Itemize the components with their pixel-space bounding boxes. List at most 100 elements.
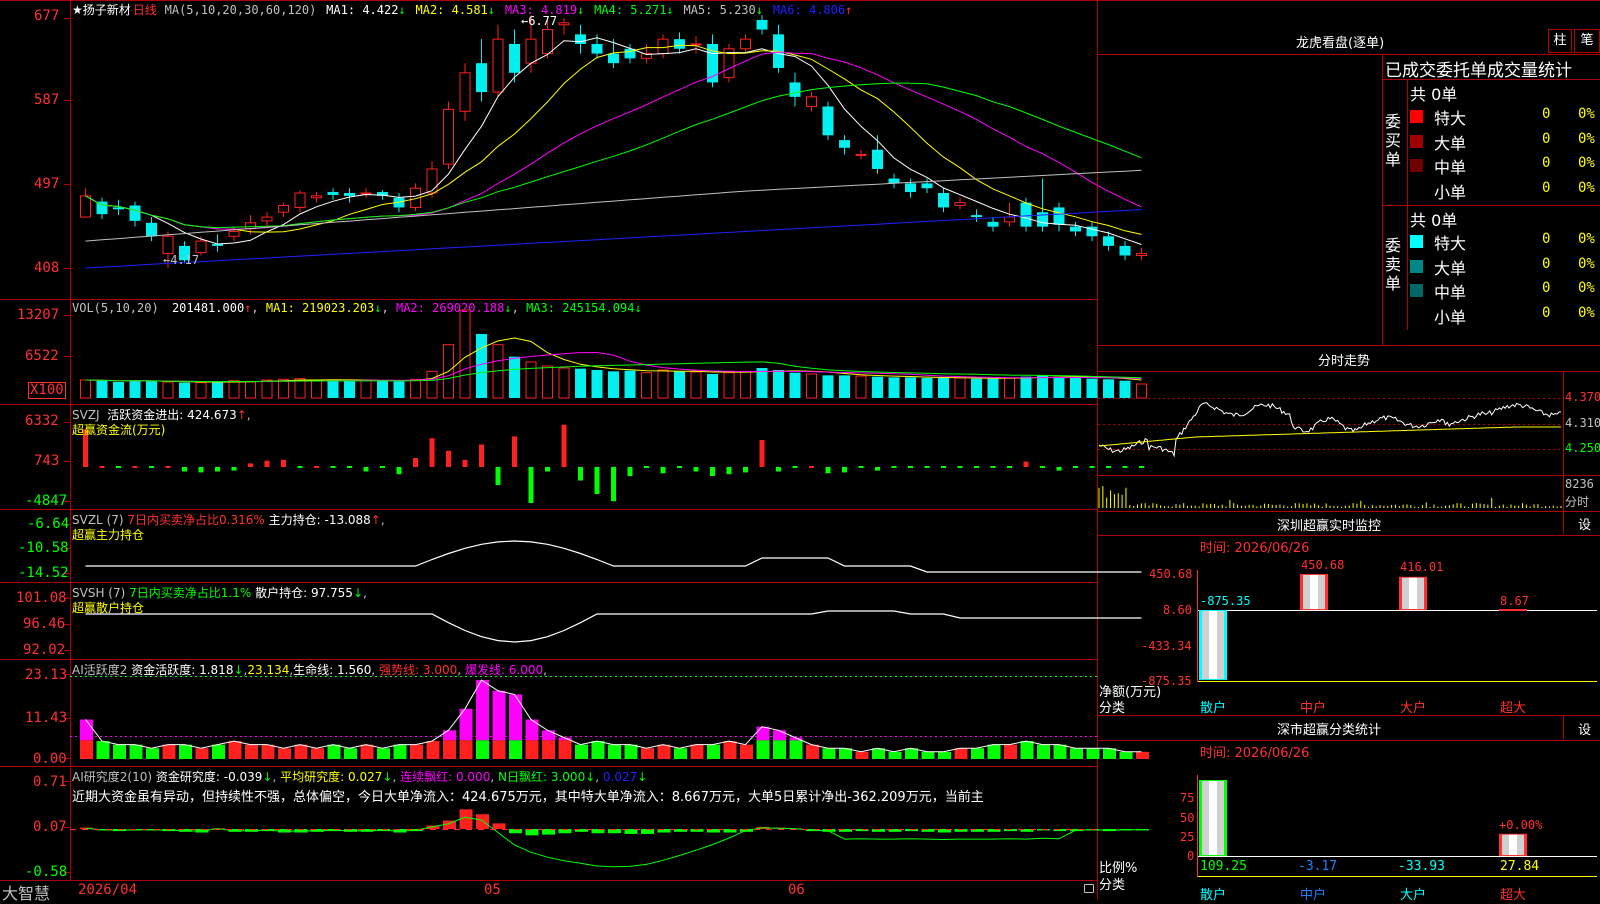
ai-research-y-label: 0.71 <box>33 774 67 790</box>
candle-body <box>674 39 685 49</box>
volume-bar <box>113 382 124 398</box>
y-axis-label: 497 <box>34 176 60 192</box>
ai-active-bars <box>80 679 1149 759</box>
vol-y-label: 6522 <box>25 348 59 364</box>
star-icon[interactable]: ★ <box>72 3 83 17</box>
svzj-bar <box>693 467 699 472</box>
order-count: 0 <box>1542 106 1551 122</box>
order-count: 0 <box>1542 255 1551 272</box>
volume-bar <box>707 374 718 398</box>
ai-active-bar <box>1070 748 1083 759</box>
candle-body <box>921 183 933 189</box>
svzj-y-label: -4847 <box>25 493 68 509</box>
svzj-bars <box>83 424 1144 503</box>
intraday-avg-line <box>1098 426 1561 447</box>
volume-bar <box>80 379 91 399</box>
svzj-bar <box>644 466 649 468</box>
sz-monitor-chart <box>1197 570 1597 682</box>
svzj-bar <box>1056 467 1062 471</box>
svsh-y-label: 96.46 <box>23 616 66 632</box>
sz-monitor-settings-button[interactable]: 设 <box>1578 514 1591 533</box>
vol-y-label: 13207 <box>17 307 60 323</box>
order-pct: 0% <box>1578 155 1595 171</box>
ai-active-bar <box>410 744 423 759</box>
lock-icon[interactable] <box>1084 884 1094 893</box>
svzj-subtitle: 超赢资金流(万元) <box>72 423 166 437</box>
ai-active-burst-bar <box>443 730 456 741</box>
svzj-bar <box>759 440 765 467</box>
volume-bar <box>575 368 586 398</box>
order-label: 特大 <box>1434 234 1467 253</box>
svzj-bar <box>957 466 963 468</box>
order-pct: 0% <box>1578 106 1595 122</box>
svzj-bar <box>330 466 336 468</box>
candle-body <box>476 63 487 93</box>
svzj-bar <box>743 467 748 473</box>
ai-active-bar <box>987 744 1001 759</box>
color-swatch <box>1410 309 1423 322</box>
order-label: 大单 <box>1434 133 1467 153</box>
order-row: 特大 0 0% <box>1408 105 1600 128</box>
x-axis-label: 05 <box>484 882 501 898</box>
order-label: 特大 <box>1434 109 1467 128</box>
sz-class-settings-button[interactable]: 设 <box>1578 719 1591 738</box>
order-row: 中单 0 0% <box>1408 154 1600 177</box>
bar-view-button[interactable]: 柱 <box>1548 29 1572 53</box>
volume-bar <box>674 371 685 398</box>
sz-monitor-value: 450.68 <box>1301 558 1345 572</box>
candle-body <box>756 19 768 30</box>
volume-bar <box>789 372 801 398</box>
ai-active-bar <box>377 748 390 759</box>
y-axis-label: 408 <box>34 260 60 276</box>
candle-body <box>509 43 520 73</box>
ai-active-bar <box>393 744 407 759</box>
vol-unit-label[interactable]: X100 <box>28 382 66 399</box>
volume-bar <box>1037 375 1048 398</box>
x-axis-label: 06 <box>788 882 805 898</box>
svsh-line <box>85 610 1142 643</box>
ai-active-bar <box>459 740 473 759</box>
ai-research-y-label: 0.07 <box>33 819 67 835</box>
svzl-y-label: -14.52 <box>18 565 69 581</box>
candle-body <box>1103 236 1114 246</box>
candle-body <box>872 149 883 169</box>
volume-bar <box>393 381 405 398</box>
ai-active-bar <box>96 741 110 759</box>
ai-active-bar <box>888 751 902 759</box>
svzj-bar <box>149 466 154 468</box>
volume-bar <box>96 380 108 398</box>
ai-research-comment: 近期大资金虽有异动，但持续性不强，总体偏空，今日大单净流入：424.675万元，… <box>72 790 984 805</box>
ai-research-header: AI研究度2(10) 资金研究度: -0.039↓, 平均研究度: 0.027↓… <box>72 770 648 784</box>
order-label: 小单 <box>1434 182 1467 202</box>
ai-active-bar <box>426 741 440 759</box>
volume-bar <box>195 382 207 399</box>
volume-bar <box>591 370 603 398</box>
svzj-bar <box>462 459 468 467</box>
buy-side-label: 委买单 <box>1385 112 1402 169</box>
ai-active-bar <box>1004 744 1017 759</box>
svzj-bar <box>1139 466 1144 468</box>
high-price-label: ←6.77 <box>521 14 558 28</box>
volume-bar <box>261 379 273 399</box>
stroke-view-button[interactable]: 笔 <box>1574 29 1600 53</box>
intraday-price-line <box>1098 402 1561 458</box>
sz-class-time: 时间: 2026/06/26 <box>1200 746 1310 761</box>
svzj-bar <box>908 466 913 468</box>
volume-bar <box>327 380 339 398</box>
ai-active-bar <box>971 748 984 759</box>
ai-active-burst-bar <box>80 719 93 741</box>
period-label[interactable]: 日线 <box>133 3 157 17</box>
sz-monitor-title: 深圳超赢实时监控 <box>1277 519 1382 534</box>
ma-line <box>85 82 1142 229</box>
volume-bars <box>80 309 1147 399</box>
candle-body <box>228 230 240 237</box>
order-row: 中单 0 0% <box>1408 279 1600 302</box>
volume-bar <box>657 369 669 399</box>
candle-body <box>146 222 157 237</box>
ai-active-bar <box>476 740 489 759</box>
volume-bar <box>344 380 355 398</box>
volume-bar <box>608 371 619 398</box>
order-row: 小单 0 0% <box>1408 179 1600 202</box>
color-swatch <box>1410 259 1423 273</box>
candle-body <box>971 215 982 218</box>
